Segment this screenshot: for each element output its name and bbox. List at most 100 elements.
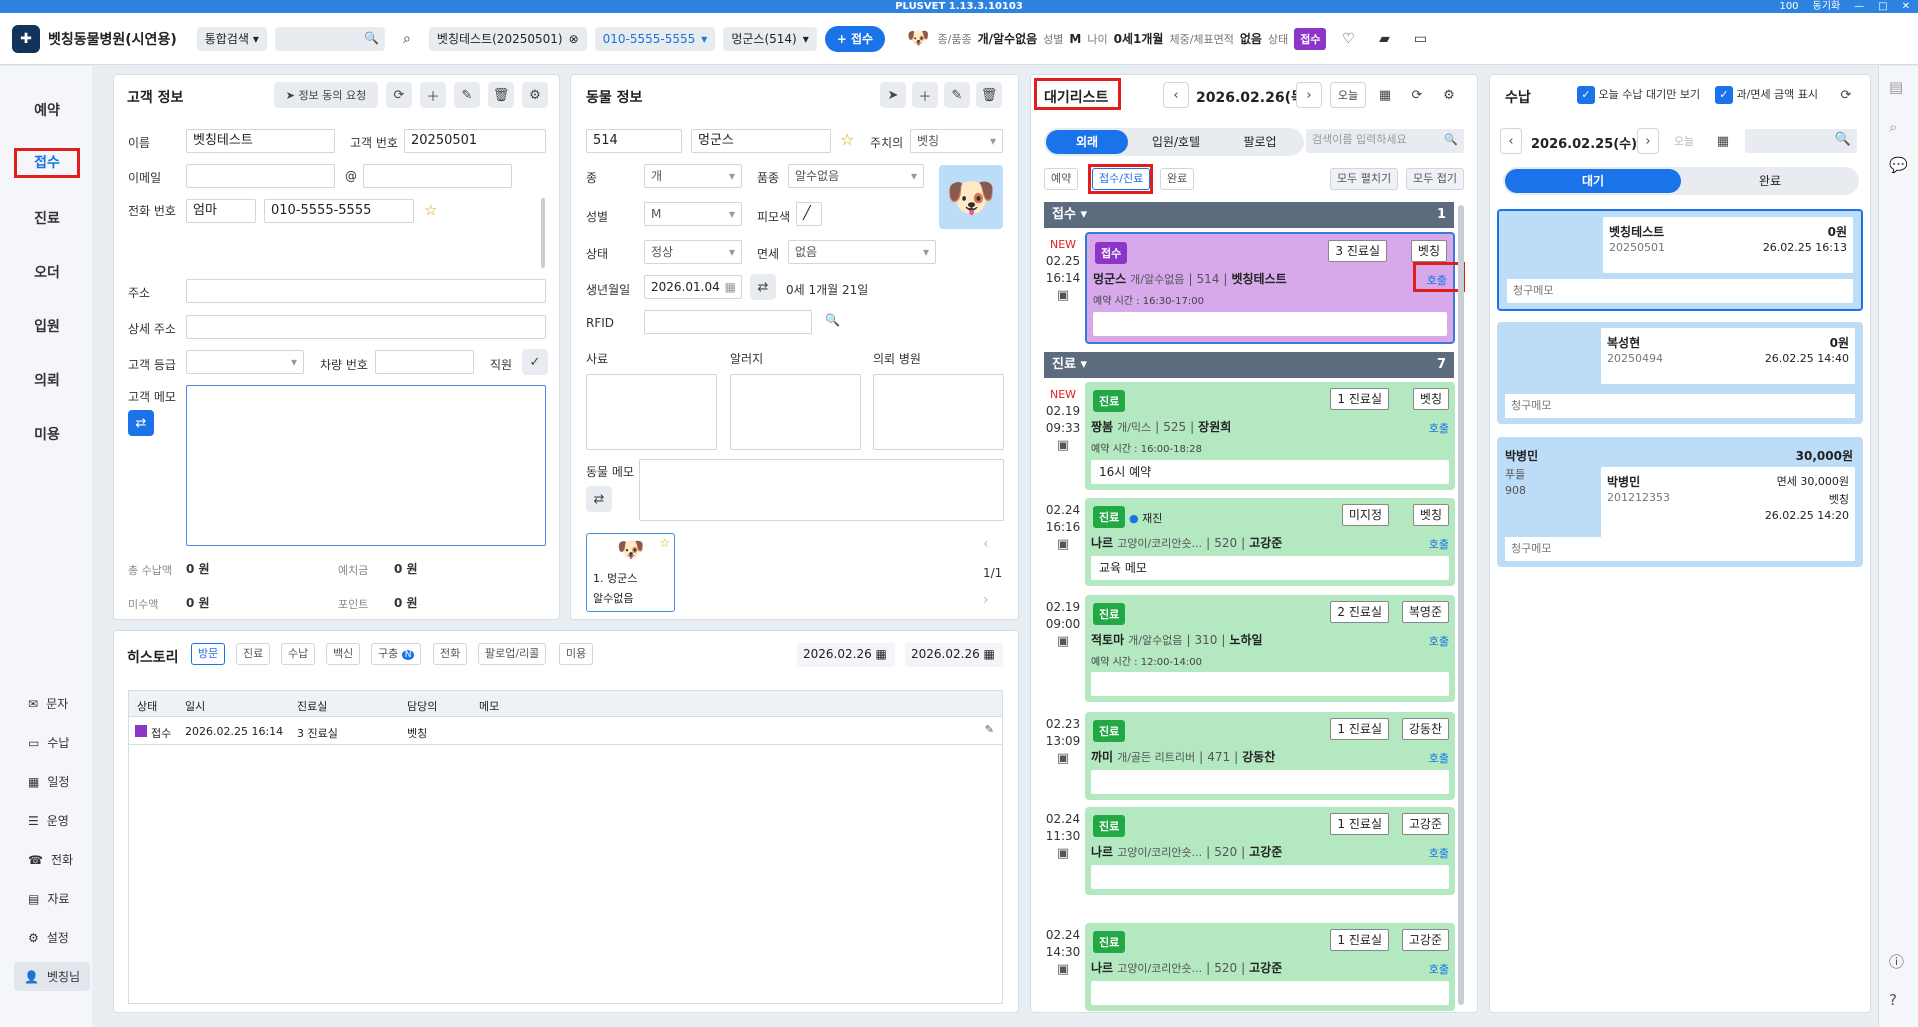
waitlist-search-input[interactable]: 검색이름 입력하세요 🔍 [1306, 129, 1464, 153]
phone-chip[interactable]: 010-5555-5555 ▾ [594, 26, 716, 51]
phone-relation-input[interactable]: 엄마 [186, 199, 256, 223]
doctor-select[interactable]: 복영준 [1401, 601, 1449, 623]
payment-refresh-icon[interactable]: ⟳ [1833, 82, 1859, 108]
phone-scrollbar[interactable] [541, 198, 545, 268]
food-textarea[interactable] [586, 374, 717, 450]
waitlist-search-icon[interactable]: 🔍 [1444, 129, 1458, 151]
swap-memo-icon[interactable]: ⇄ [586, 486, 612, 512]
pet-thumbnail-card[interactable]: 🐶 ☆ 1. 멍군스 알수없음 [586, 533, 675, 612]
tab-inpatient[interactable]: 입원/호텔 [1136, 130, 1216, 154]
tab-followup[interactable]: 팔로업 [1220, 130, 1300, 154]
history-date-from[interactable]: 2026.02.26 ▦ [797, 643, 895, 667]
address-detail-input[interactable] [186, 315, 546, 339]
bill-memo[interactable]: 청구메모 [1505, 394, 1855, 418]
filter-done[interactable]: 완료 [1160, 168, 1195, 190]
car-no-input[interactable] [375, 350, 474, 374]
sex-select[interactable]: M [644, 202, 742, 226]
section-reception[interactable]: 접수 ▾ 1 [1044, 202, 1454, 228]
row-edit-icon[interactable]: ✎ [985, 723, 994, 736]
prev-date-icon[interactable]: ‹ [1163, 82, 1189, 108]
close-icon[interactable]: ✕ [1902, 0, 1910, 13]
waitlist-card[interactable]: 진료1 진료실고강준나르고양이/코리안숏...|520|고강준호출예약 시간 :… [1085, 807, 1455, 895]
nav-item-treatment[interactable]: 진료 [14, 204, 80, 234]
staff-check-icon[interactable]: ✓ [522, 349, 548, 375]
client-no-input[interactable]: 20250501 [404, 129, 546, 153]
room-select[interactable]: 미지정 [1341, 504, 1389, 526]
refresh-icon[interactable]: ⟳ [386, 82, 412, 108]
nav-settings[interactable]: ⚙ 설정 [28, 929, 69, 946]
checkbox-checked-icon[interactable]: ✓ [1715, 86, 1733, 104]
waitlist-card[interactable]: 진료 2 진료실 복영준 적토마 개/알수없음 | 310 | 노하일 호출 예약 시간 : 12:… [1085, 595, 1455, 702]
history-tab-followup[interactable]: 팔로업/리콜 [478, 643, 547, 665]
consent-request-button[interactable]: ➤ 정보 동의 요청 [274, 82, 378, 108]
tab-completed[interactable]: 완료 [1683, 169, 1857, 193]
nav-item-referral[interactable]: 의뢰 [14, 366, 80, 396]
waitlist-filter-icon[interactable]: ⚙ [1436, 82, 1462, 108]
swap-icon[interactable]: ⇄ [128, 410, 154, 436]
card-memo[interactable]: 교육 메모 [1091, 556, 1449, 580]
animal-memo-textarea[interactable] [639, 459, 1004, 521]
minimize-icon[interactable]: — [1854, 0, 1864, 13]
waitlist-refresh-icon[interactable]: ⟳ [1404, 82, 1430, 108]
nav-payment[interactable]: ▭ 수납 [28, 734, 69, 751]
call-link[interactable]: 호출 [1429, 420, 1449, 436]
history-date-to[interactable]: 2026.02.26 ▦ [905, 643, 1003, 667]
doctor-select[interactable]: 벳칭 [1410, 240, 1447, 262]
expand-all-button[interactable]: 모두 펼치기 [1330, 168, 1399, 190]
doctor-select[interactable]: 고강준 [1401, 813, 1449, 835]
room-select[interactable]: 2 진료실 [1330, 601, 1389, 623]
call-link[interactable]: 호출 [1429, 633, 1449, 649]
payment-card[interactable]: 박병민 푸들 908 30,000원 박병민 면세 30,000원 201212353 벳칭 2… [1497, 437, 1863, 567]
thumb-star-icon[interactable]: ☆ [659, 536, 670, 550]
send-icon[interactable]: ➤ [880, 82, 906, 108]
close-chip-icon[interactable]: ⊗ [569, 32, 579, 46]
client-memo-textarea[interactable] [186, 385, 546, 546]
contact-card-icon[interactable]: ▤ [1889, 78, 1903, 96]
tax-select[interactable]: 없음 [788, 240, 936, 264]
doctor-select[interactable]: 고강준 [1401, 929, 1449, 951]
star-icon[interactable]: ☆ [424, 201, 437, 219]
history-tab-vaccine[interactable]: 백신 [326, 643, 361, 665]
attending-select[interactable]: 벳칭 [910, 129, 1003, 153]
payment-today-button[interactable]: 오늘 [1666, 128, 1702, 154]
swap-age-icon[interactable]: ⇄ [750, 274, 776, 300]
room-select[interactable]: 1 진료실 [1330, 929, 1389, 951]
add-animal-icon[interactable]: ＋ [912, 82, 938, 108]
payment-prev-date-icon[interactable]: ‹ [1500, 128, 1522, 154]
email-domain-input[interactable] [363, 164, 512, 188]
allergy-textarea[interactable] [730, 374, 861, 450]
animal-name-input[interactable]: 멍군스 [691, 129, 831, 153]
payment-card[interactable]: 복성현 0원 20250494 26.02.25 14:40 청구메모 [1497, 322, 1863, 424]
history-tab-grooming[interactable]: 미용 [559, 643, 594, 665]
call-link[interactable]: 호출 [1429, 536, 1449, 552]
card-memo[interactable]: 16시 예약 [1091, 460, 1449, 484]
calendar-icon[interactable]: ▦ [725, 276, 736, 298]
referral-hospital-textarea[interactable] [873, 374, 1004, 450]
edit-icon[interactable]: ✎ [454, 82, 480, 108]
bill-memo[interactable]: 청구메모 [1505, 537, 1855, 561]
payment-next-date-icon[interactable]: › [1637, 128, 1659, 154]
room-select[interactable]: 1 진료실 [1330, 813, 1389, 835]
doctor-select[interactable]: 벳칭 [1412, 504, 1449, 526]
pet-chip[interactable]: 멍군스(514) ▾ [723, 26, 817, 51]
receive-button[interactable]: + 접수 [824, 25, 886, 52]
card-memo[interactable] [1091, 672, 1449, 696]
next-date-icon[interactable]: › [1296, 82, 1322, 108]
nav-data[interactable]: ▤ 자료 [28, 890, 69, 907]
call-link[interactable]: 호출 [1429, 961, 1449, 977]
checkbox-checked-icon[interactable]: ✓ [1577, 86, 1595, 104]
state-select[interactable]: 정상 [644, 240, 742, 264]
room-select[interactable]: 1 진료실 [1330, 718, 1389, 740]
history-tab-treatment[interactable]: 진료 [236, 643, 271, 665]
room-select[interactable]: 3 진료실 [1328, 240, 1387, 262]
filter-reservation[interactable]: 예약 [1044, 168, 1079, 190]
tab-outpatient[interactable]: 외래 [1046, 130, 1128, 154]
person-search-side-icon[interactable]: ⌕ [1889, 118, 1897, 136]
rfid-search-icon[interactable]: 🔍 [825, 313, 840, 327]
history-tab-payment[interactable]: 수납 [281, 643, 316, 665]
payment-calendar-icon[interactable]: ▦ [1710, 128, 1736, 154]
nav-item-order[interactable]: 오더 [14, 258, 80, 288]
payment-search-input[interactable]: 🔍 [1745, 129, 1857, 153]
add-icon[interactable]: ＋ [420, 82, 446, 108]
delete-icon[interactable]: 🗑 [488, 82, 514, 108]
